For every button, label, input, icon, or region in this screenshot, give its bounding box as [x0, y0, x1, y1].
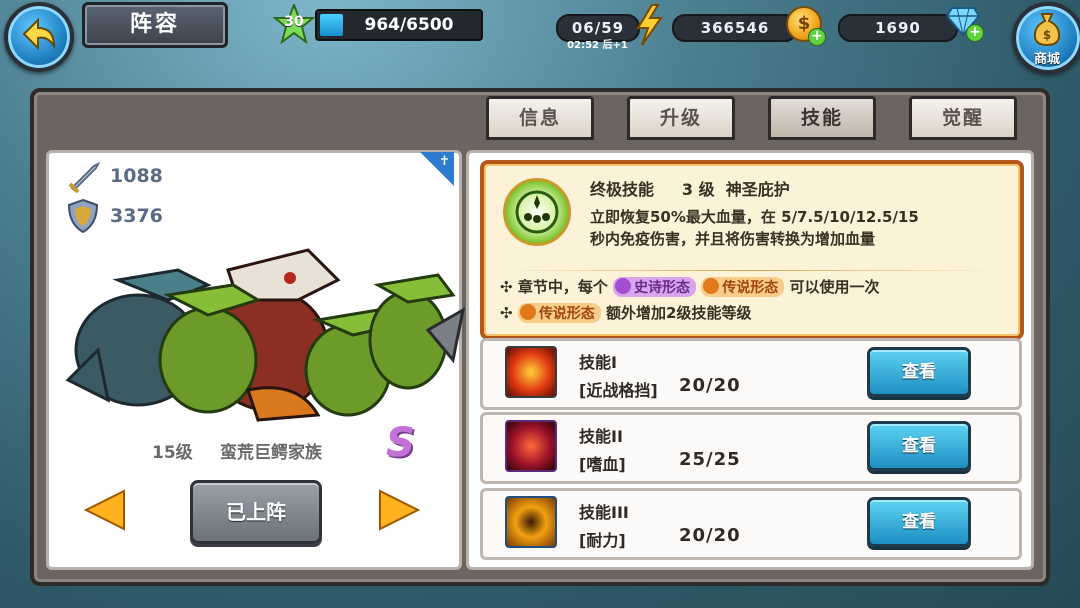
skill-row-1: 技能I [近战格挡] 20/20 查看 — [480, 338, 1022, 410]
skill-level: 25/25 — [679, 449, 741, 470]
sparkle-icon: ✣ — [500, 278, 513, 296]
note1-prefix: 章节中，每个 — [517, 278, 608, 296]
skill-row-2: 技能II [嗜血] 25/25 查看 — [480, 412, 1022, 484]
lightning-icon[interactable] — [634, 4, 664, 46]
bloodthirst-skill-icon[interactable] — [505, 420, 557, 472]
shield-icon — [67, 198, 99, 234]
block-skill-icon[interactable] — [505, 346, 557, 398]
svg-text:$: $ — [1043, 28, 1051, 42]
sword-icon — [68, 161, 101, 194]
hero-name: 蛮荒巨鳄家族 — [220, 443, 322, 463]
attack-value: 1088 — [110, 165, 163, 187]
sparkle-icon: ✣ — [500, 304, 513, 322]
tab-awaken[interactable]: 觉醒 — [909, 96, 1017, 140]
prev-hero-button[interactable] — [82, 487, 128, 533]
add-gold-button[interactable]: $ + — [786, 6, 826, 46]
tab-info[interactable]: 信息 — [486, 96, 594, 140]
ultimate-level: 3 级 — [681, 180, 715, 199]
skill-desc: [近战格挡] — [579, 381, 658, 400]
player-level-badge: 30 — [272, 2, 316, 45]
player-level: 30 — [284, 14, 304, 30]
back-arrow-icon — [22, 17, 56, 51]
skill-desc: [嗜血] — [579, 455, 626, 474]
tab-skills[interactable]: 技能 — [768, 96, 876, 140]
ultimate-note-2: ✣ 传说形态 额外增加2级技能等级 — [500, 302, 752, 323]
ultimate-title: 终极技能 3 级 神圣庇护 — [590, 176, 790, 200]
hero-artwork — [65, 248, 466, 422]
next-hero-button[interactable] — [376, 487, 422, 533]
view-skill-button[interactable]: 查看 — [867, 347, 971, 397]
epic-icon — [615, 278, 632, 294]
add-diamond-button[interactable]: + — [945, 6, 984, 42]
note2-suffix: 额外增加2级技能等级 — [606, 304, 752, 322]
skill-row-3: 技能III [耐力] 20/20 查看 — [480, 488, 1022, 560]
skill-name: 技能I — [579, 353, 617, 372]
skill-level: 20/20 — [679, 525, 741, 546]
skill-name: 技能III — [579, 503, 629, 522]
view-skill-button[interactable]: 查看 — [867, 421, 971, 471]
money-bag-icon: $ — [1033, 13, 1061, 46]
legend-form-badge: 传说形态 — [517, 303, 601, 323]
exp-text: 964/6500 — [364, 15, 454, 35]
ultimate-name: 神圣庇护 — [725, 180, 790, 199]
ultimate-desc-line2: 秒内免疫伤害，并且将伤害转换为增加血量 — [590, 230, 876, 248]
plus-icon: + — [966, 24, 984, 42]
epic-form-label: 史诗形态 — [634, 280, 691, 296]
hero-rank: S — [386, 420, 415, 466]
divider — [500, 270, 1000, 271]
legend-icon — [703, 278, 720, 294]
plus-icon: + — [808, 28, 826, 46]
ultimate-description: 立即恢复50%最大血量，在 5/7.5/10/12.5/15 秒内免疫伤害，并且… — [590, 206, 1000, 250]
exp-bar: 964/6500 — [315, 9, 483, 41]
legend-form-label: 传说形态 — [538, 306, 595, 322]
diamond-display: 1690 — [838, 14, 958, 42]
skill-level: 20/20 — [679, 375, 741, 396]
stamina-value: 06/59 — [571, 19, 625, 37]
stamina-timer: 02:52 后+1 — [567, 40, 628, 51]
endurance-skill-icon[interactable] — [505, 496, 557, 548]
ultimate-desc-line1: 立即恢复50%最大血量，在 5/7.5/10/12.5/15 — [590, 208, 919, 226]
legend-icon — [519, 304, 536, 320]
note1-suffix: 可以使用一次 — [789, 278, 880, 296]
skill-name: 技能II — [579, 427, 623, 446]
shop-button[interactable]: $ 商城 — [1012, 2, 1080, 74]
skill-desc: [耐力] — [579, 531, 626, 550]
coin-icon: $ — [797, 13, 811, 34]
pin-icon: ✝ — [439, 154, 450, 169]
deployed-button[interactable]: 已上阵 — [190, 480, 322, 544]
defense-value: 3376 — [110, 205, 163, 227]
holy-shield-icon[interactable] — [503, 178, 571, 246]
page-title: 阵容 — [82, 2, 228, 48]
ultimate-note-1: ✣ 章节中，每个 史诗形态 传说形态 可以使用一次 — [500, 276, 880, 297]
diamond-value: 1690 — [875, 19, 921, 37]
shop-label: 商城 — [1033, 52, 1060, 67]
view-skill-button[interactable]: 查看 — [867, 497, 971, 547]
gold-value: 366546 — [700, 19, 770, 37]
back-button[interactable] — [4, 2, 74, 72]
legend-form-label: 传说形态 — [722, 280, 779, 296]
legend-form-badge: 传说形态 — [701, 277, 785, 297]
hero-level: 15级 — [152, 443, 193, 463]
tab-upgrade[interactable]: 升级 — [627, 96, 735, 140]
epic-form-badge: 史诗形态 — [613, 277, 697, 297]
ultimate-label: 终极技能 — [590, 180, 655, 199]
gold-display: 366546 — [672, 14, 798, 42]
